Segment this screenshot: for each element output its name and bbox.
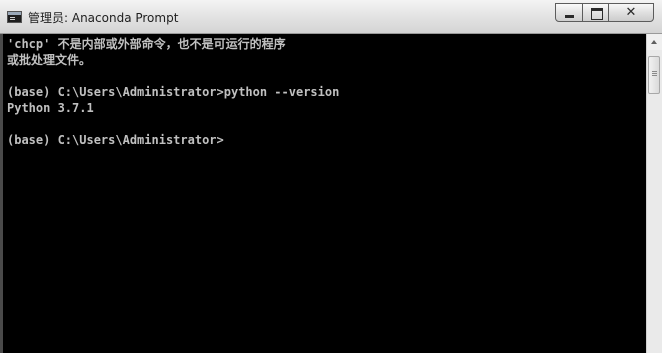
window-title: 管理员: Anaconda Prompt bbox=[28, 11, 179, 25]
console-line: Python 3.7.1 bbox=[7, 101, 94, 115]
console-output-area[interactable]: 'chcp' 不是内部或外部命令，也不是可运行的程序 或批处理文件。 (base… bbox=[3, 34, 646, 353]
maximize-button[interactable] bbox=[582, 3, 609, 22]
close-icon: ✕ bbox=[625, 5, 637, 20]
console-prompt-line[interactable]: (base) C:\Users\Administrator> bbox=[7, 132, 339, 148]
title-bar[interactable]: 管理员: Anaconda Prompt ✕ bbox=[0, 0, 662, 34]
caption-buttons: ✕ bbox=[555, 3, 654, 24]
maximize-icon bbox=[591, 8, 603, 20]
close-button[interactable]: ✕ bbox=[608, 3, 654, 22]
console-lines: 'chcp' 不是内部或外部命令，也不是可运行的程序 或批处理文件。 (base… bbox=[7, 36, 339, 148]
console-line: (base) C:\Users\Administrator>python --v… bbox=[7, 85, 340, 99]
console-line: 或批处理文件。 bbox=[7, 53, 92, 67]
console-line: 'chcp' 不是内部或外部命令，也不是可运行的程序 bbox=[7, 37, 286, 51]
console-window-icon[interactable] bbox=[7, 11, 22, 23]
scroll-thumb[interactable] bbox=[648, 56, 660, 94]
minimize-button[interactable] bbox=[555, 3, 583, 22]
minimize-icon bbox=[565, 15, 574, 18]
anaconda-prompt-window: 管理员: Anaconda Prompt ✕ 'chcp' 不是内部或外部命令，… bbox=[0, 0, 662, 353]
scroll-up-arrow-icon[interactable] bbox=[647, 34, 662, 50]
vertical-scrollbar[interactable] bbox=[646, 34, 662, 353]
